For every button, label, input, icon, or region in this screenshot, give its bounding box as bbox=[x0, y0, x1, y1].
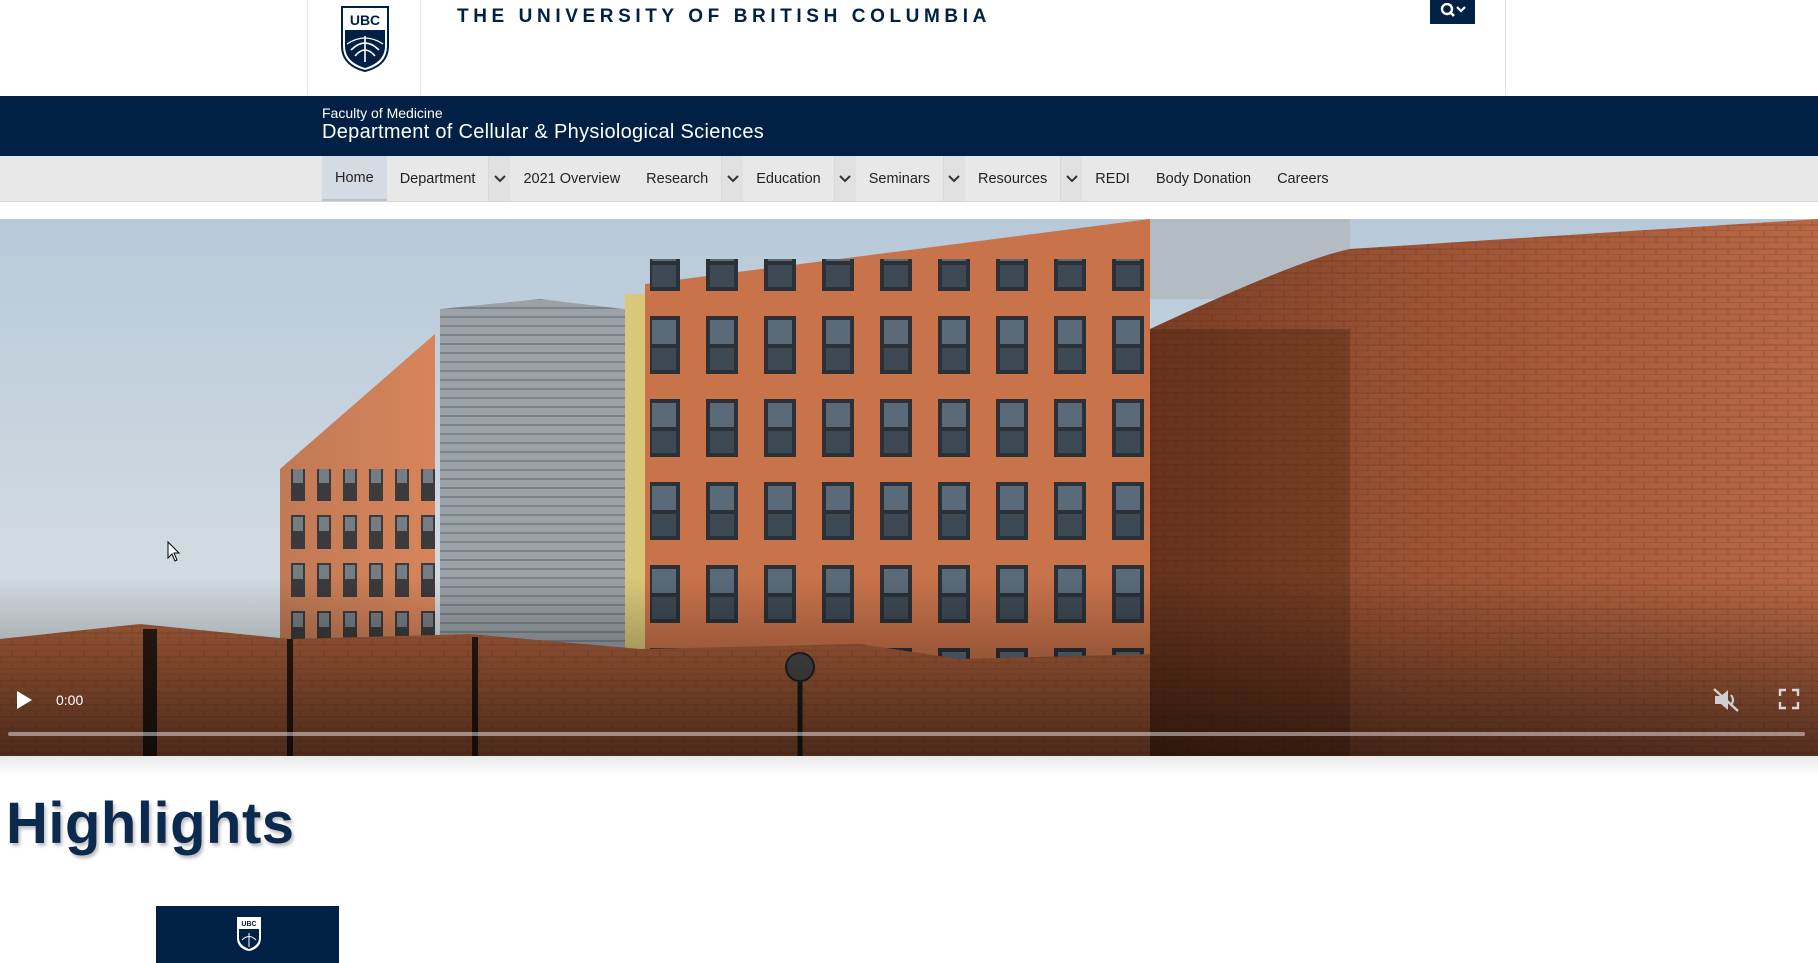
nav-item: 2021 Overview bbox=[510, 156, 633, 201]
nav-item: Seminars bbox=[856, 156, 965, 201]
ubc-crest-logo-small: UBC bbox=[237, 917, 261, 951]
chevron-down-icon bbox=[1066, 174, 1078, 182]
faculty-link[interactable]: Faculty of Medicine bbox=[322, 105, 443, 121]
header-divider bbox=[1505, 0, 1506, 95]
chevron-down-icon bbox=[727, 174, 739, 182]
nav-link-body-donation[interactable]: Body Donation bbox=[1143, 156, 1264, 201]
hero-video-player[interactable]: 0:00 bbox=[0, 219, 1818, 756]
controls-gradient bbox=[0, 576, 1818, 756]
nav-item: Resources bbox=[965, 156, 1083, 201]
nav-item: Education bbox=[743, 156, 856, 201]
nav-link-2021-overview[interactable]: 2021 Overview bbox=[510, 156, 633, 201]
nav-link-research[interactable]: Research bbox=[633, 156, 721, 201]
svg-text:UBC: UBC bbox=[241, 921, 256, 928]
department-title[interactable]: Department of Cellular & Physiological S… bbox=[322, 121, 764, 144]
nav-list: Home Department 2021 Overview Research Educa… bbox=[322, 156, 1342, 201]
fullscreen-icon[interactable] bbox=[1778, 688, 1800, 710]
play-icon[interactable] bbox=[14, 689, 34, 711]
nav-link-redi[interactable]: REDI bbox=[1082, 156, 1143, 201]
chevron-down-icon bbox=[494, 174, 506, 182]
dropdown-toggle[interactable] bbox=[942, 156, 965, 201]
chevron-down-icon bbox=[948, 174, 961, 182]
nav-link-education[interactable]: Education bbox=[743, 156, 834, 201]
dropdown-toggle[interactable] bbox=[833, 156, 856, 201]
nav-item: REDI bbox=[1082, 156, 1143, 201]
nav-item: Research bbox=[633, 156, 744, 201]
highlight-card[interactable]: UBC bbox=[156, 906, 339, 963]
nav-link-careers[interactable]: Careers bbox=[1264, 156, 1342, 201]
nav-item: Department bbox=[387, 156, 511, 201]
dropdown-toggle[interactable] bbox=[1060, 156, 1083, 201]
nav-link-seminars[interactable]: Seminars bbox=[856, 156, 943, 201]
chevron-down-icon bbox=[839, 174, 851, 182]
main-navigation: Home Department 2021 Overview Research Educa… bbox=[0, 156, 1818, 202]
nav-link-resources[interactable]: Resources bbox=[965, 156, 1060, 201]
nav-link-department[interactable]: Department bbox=[387, 156, 489, 201]
ubc-wordmark[interactable]: THE UNIVERSITY OF BRITISH COLUMBIA bbox=[457, 6, 991, 28]
search-toggle-button[interactable] bbox=[1430, 0, 1475, 24]
video-time: 0:00 bbox=[56, 692, 84, 708]
nav-item: Home bbox=[322, 156, 387, 201]
nav-item: Body Donation bbox=[1143, 156, 1264, 201]
search-icon bbox=[1440, 3, 1466, 17]
muted-speaker-icon[interactable] bbox=[1712, 687, 1740, 713]
nav-link-home[interactable]: Home bbox=[322, 156, 387, 201]
mouse-cursor-icon bbox=[167, 541, 181, 562]
nav-item: Careers bbox=[1264, 156, 1342, 201]
ubc-crest-logo: UBC bbox=[341, 6, 389, 72]
ubc-logo-link[interactable]: UBC bbox=[307, 0, 421, 95]
dropdown-toggle[interactable] bbox=[721, 156, 744, 201]
svg-text:UBC: UBC bbox=[350, 12, 380, 28]
video-progress-bar[interactable] bbox=[8, 732, 1805, 736]
dropdown-toggle[interactable] bbox=[488, 156, 511, 201]
highlights-heading: Highlights bbox=[6, 791, 295, 856]
ubc-header: UBC THE UNIVERSITY OF BRITISH COLUMBIA bbox=[0, 0, 1818, 95]
hero-divider bbox=[0, 756, 1818, 776]
unit-banner: Faculty of Medicine Department of Cellul… bbox=[0, 96, 1818, 156]
